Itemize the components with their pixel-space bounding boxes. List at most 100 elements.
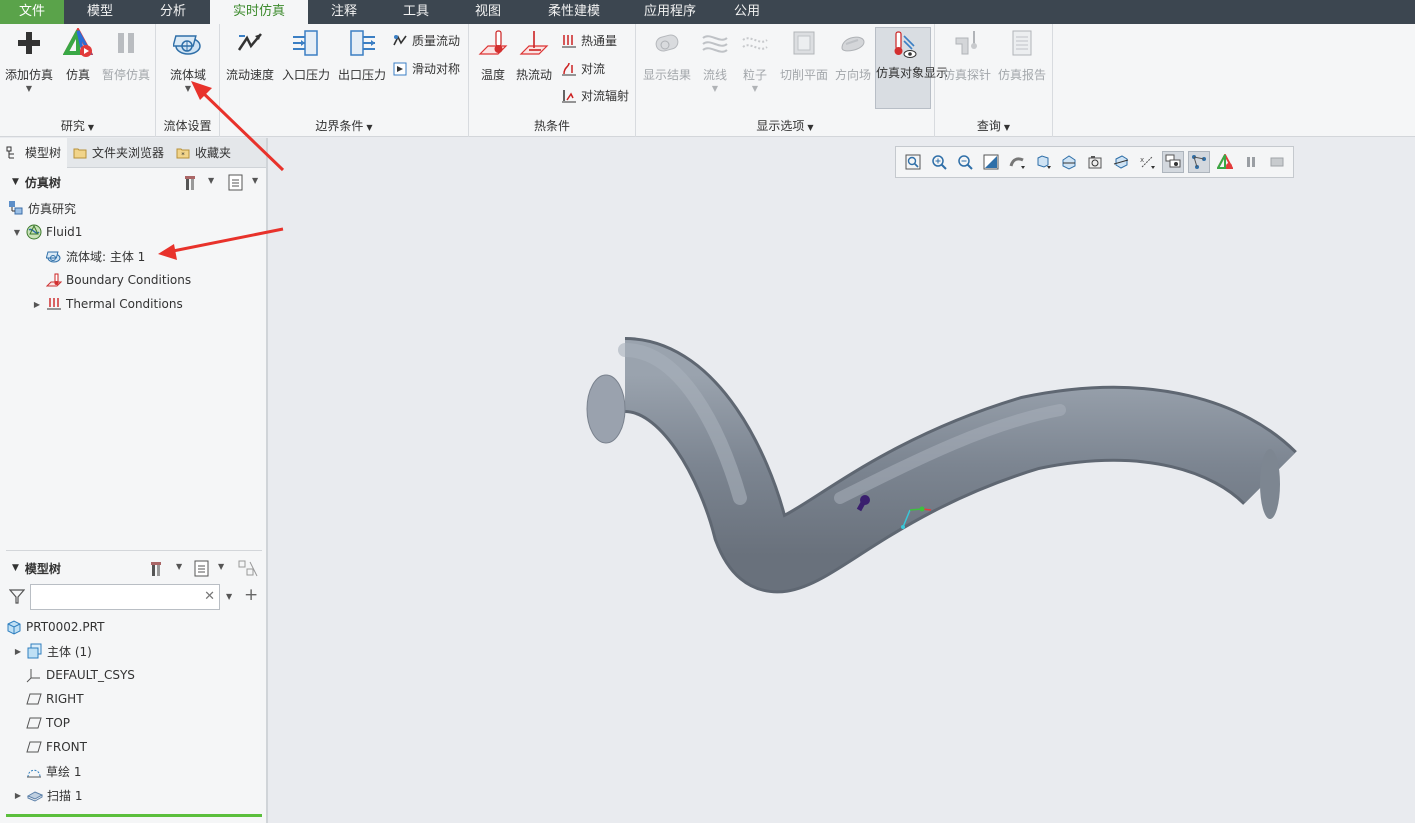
add-simulation-button[interactable]: 添加仿真 ▼	[4, 28, 54, 93]
pause-simulation-button[interactable]: 暂停仿真	[100, 28, 152, 83]
pause-simulation-label: 暂停仿真	[101, 68, 150, 82]
display-options-text: 显示选项	[756, 119, 805, 133]
tree-item-bodies[interactable]: ▶ 主体 (1)	[0, 640, 92, 662]
heat-flow-icon	[519, 31, 549, 55]
add-icon[interactable]: +	[244, 585, 258, 605]
sweep-icon	[26, 787, 44, 803]
tab-view[interactable]: 视图	[452, 0, 524, 24]
csys-icon	[26, 667, 42, 683]
tree-item-default-csys[interactable]: DEFAULT_CSYS	[0, 664, 135, 686]
show-options-icon[interactable]	[228, 174, 244, 192]
filter-icon[interactable]	[9, 588, 25, 604]
tab-model-tree[interactable]: 模型树	[0, 138, 68, 168]
heat-flow-label: 热流动	[515, 68, 552, 82]
tree-item-thermal-conditions[interactable]: ▶ Thermal Conditions	[0, 293, 183, 315]
sim-object-display-button[interactable]: 仿真对象显示	[875, 27, 948, 109]
clear-icon[interactable]: ✕	[204, 589, 215, 604]
tree-item-sim-study[interactable]: 仿真研究	[0, 197, 76, 219]
simulate-button[interactable]: 仿真	[58, 28, 98, 83]
menu-bar: 文件 模型 分析 实时仿真 注释 工具 视图 柔性建模 应用程序 公用	[0, 0, 1415, 24]
tab-annotate[interactable]: 注释	[308, 0, 380, 24]
collapse-icon[interactable]: ▼	[12, 177, 19, 187]
tree-item-part[interactable]: PRT0002.PRT	[0, 616, 104, 638]
tab-flexible-modeling[interactable]: 柔性建模	[524, 0, 624, 24]
streamlines-button[interactable]: 流线 ▼	[694, 28, 736, 93]
flow-velocity-button[interactable]: 流动速度	[224, 28, 276, 83]
expand-icon[interactable]: ▶	[13, 791, 23, 800]
tab-file[interactable]: 文件	[0, 0, 64, 24]
show-options-icon[interactable]	[194, 560, 210, 578]
mass-flow-button[interactable]: 质量流动	[392, 32, 460, 49]
chevron-down-icon: ▼	[807, 123, 814, 132]
expand-icon[interactable]: ▶	[32, 300, 42, 309]
tab-common[interactable]: 公用	[716, 0, 778, 24]
progress-indicator	[6, 814, 262, 817]
boundary-conditions-text: 边界条件	[315, 119, 364, 133]
tree-item-boundary-conditions[interactable]: Boundary Conditions	[0, 269, 191, 291]
tab-analysis[interactable]: 分析	[136, 0, 210, 24]
query-group-text: 查询	[976, 119, 1001, 133]
tab-favorites[interactable]: * 收藏夹	[170, 138, 237, 168]
query-group-label[interactable]: 查询 ▼	[935, 117, 1052, 134]
tree-item-front-plane[interactable]: FRONT	[0, 736, 87, 758]
graphics-window[interactable]: x	[270, 138, 1415, 823]
temperature-label: 温度	[480, 68, 505, 82]
display-options-group: 显示结果 流线 ▼ 粒子 ▼ 切削平面 方向场 仿真对象显示 显示选项 ▼	[636, 24, 948, 137]
chevron-down-icon[interactable]: ▼	[226, 592, 232, 601]
tree-settings-icon[interactable]	[184, 174, 202, 192]
tab-tools[interactable]: 工具	[380, 0, 452, 24]
tree-settings-icon[interactable]	[150, 560, 168, 578]
direction-field-button[interactable]: 方向场	[832, 28, 874, 83]
heat-flux-button[interactable]: 热通量	[561, 32, 617, 49]
left-panel: 模型树 文件夹浏览器 * 收藏夹 ▼ 仿真树 ▼ ▼ 仿真研究 ▼ Fluid1…	[0, 138, 268, 823]
filter-layers-icon[interactable]	[238, 560, 258, 578]
tree-item-sketch[interactable]: 草绘 1	[0, 760, 81, 782]
convection-radiation-label: 对流辐射	[581, 89, 630, 103]
convection-button[interactable]: 对流	[561, 60, 605, 77]
slip-symmetry-button[interactable]: 滑动对称	[392, 60, 460, 77]
pipe-model[interactable]	[270, 138, 1415, 823]
cutting-plane-icon	[793, 31, 815, 55]
tree-item-top-plane[interactable]: TOP	[0, 712, 70, 734]
study-group-label[interactable]: 研究 ▼	[0, 117, 155, 134]
show-results-button[interactable]: 显示结果	[640, 28, 694, 83]
chevron-down-icon: ▼	[184, 84, 192, 93]
collapse-icon[interactable]: ▼	[12, 563, 19, 573]
temperature-button[interactable]: 温度	[473, 28, 513, 83]
heat-flow-button[interactable]: 热流动	[513, 28, 555, 83]
tree-item-label: PRT0002.PRT	[26, 620, 105, 634]
chevron-down-icon[interactable]: ▼	[208, 176, 214, 185]
tree-item-fluid1[interactable]: ▼ Fluid1	[0, 221, 82, 243]
cutting-plane-button[interactable]: 切削平面	[776, 28, 832, 83]
sim-object-display-icon	[894, 31, 917, 58]
tab-applications[interactable]: 应用程序	[624, 0, 716, 24]
outlet-pressure-button[interactable]: 出口压力	[336, 28, 388, 83]
sim-report-button[interactable]: 仿真报告	[995, 28, 1049, 83]
particles-button[interactable]: 粒子 ▼	[736, 28, 774, 93]
boundary-conditions-group-label[interactable]: 边界条件 ▼	[220, 117, 468, 134]
datum-plane-icon	[26, 739, 42, 755]
sim-probe-button[interactable]: 仿真探针	[939, 28, 995, 83]
chevron-down-icon[interactable]: ▼	[252, 176, 258, 185]
display-options-group-label[interactable]: 显示选项 ▼	[636, 117, 934, 134]
expand-icon[interactable]: ▶	[13, 647, 23, 656]
collapse-icon[interactable]: ▼	[12, 228, 22, 237]
tab-folder-browser[interactable]: 文件夹浏览器	[67, 138, 170, 168]
tree-item-right-plane[interactable]: RIGHT	[0, 688, 84, 710]
chevron-down-icon: ▼	[87, 123, 95, 132]
chevron-down-icon: ▼	[711, 84, 719, 93]
tab-live-simulation[interactable]: 实时仿真	[210, 0, 308, 24]
tree-item-fluid-domain[interactable]: 流体域: 主体 1	[0, 245, 145, 267]
model-tree-filter-input[interactable]: ✕	[30, 584, 220, 610]
model-tree-title: 模型树	[24, 561, 61, 576]
chevron-down-icon[interactable]: ▼	[176, 562, 182, 571]
tree-item-label: TOP	[46, 716, 71, 730]
tree-item-sweep[interactable]: ▶ 扫描 1	[0, 784, 83, 806]
inlet-pressure-button[interactable]: 入口压力	[280, 28, 332, 83]
tab-model[interactable]: 模型	[64, 0, 136, 24]
panel-splitter[interactable]	[6, 550, 262, 551]
fluid-domain-button[interactable]: 流体域 ▼	[164, 28, 212, 93]
convection-radiation-button[interactable]: 对流辐射	[561, 87, 629, 104]
svg-text:*: *	[181, 151, 185, 159]
chevron-down-icon[interactable]: ▼	[218, 562, 224, 571]
